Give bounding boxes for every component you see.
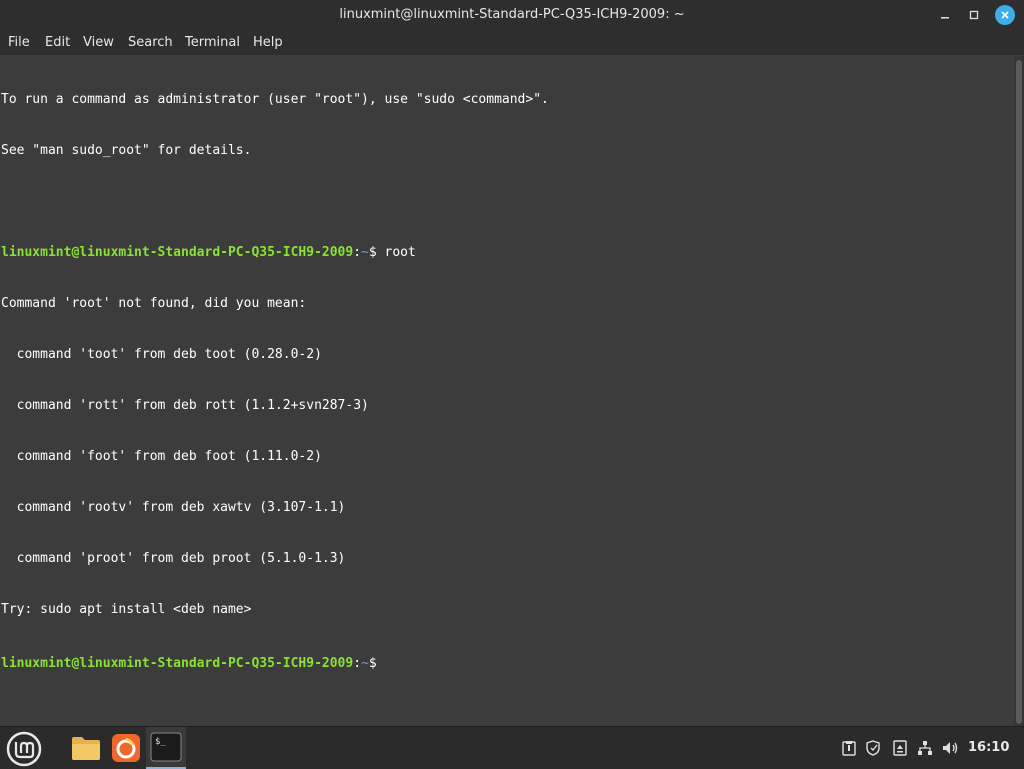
- terminal-line: command 'rott' from deb rott (1.1.2+svn2…: [1, 398, 369, 413]
- prompt-sign: $: [368, 656, 385, 671]
- folder-icon: [72, 737, 100, 760]
- firefox-icon: [112, 734, 140, 762]
- scrollbar[interactable]: [1014, 56, 1024, 726]
- cursor: [385, 652, 393, 667]
- maximize-button[interactable]: [964, 5, 984, 25]
- clipboard-icon: [842, 741, 856, 756]
- terminal-line: To run a command as administrator (user …: [1, 92, 549, 107]
- tray-clipboard[interactable]: [840, 739, 858, 757]
- terminal-window: linuxmint@linuxmint-Standard-PC-Q35-ICH9…: [0, 0, 1024, 726]
- tray-volume[interactable]: [942, 739, 960, 757]
- prompt-path: ~: [361, 656, 369, 671]
- terminal-line: command 'rootv' from deb xawtv (3.107-1.…: [1, 500, 346, 515]
- terminal-taskbar-button[interactable]: $_: [146, 727, 186, 769]
- firefox-launcher[interactable]: [110, 732, 142, 764]
- prompt-line: linuxmint@linuxmint-Standard-PC-Q35-ICH9…: [1, 244, 1014, 261]
- prompt-user: linuxmint@linuxmint-Standard-PC-Q35-ICH9…: [1, 245, 354, 260]
- menu-search[interactable]: Search: [128, 35, 173, 50]
- minimize-button[interactable]: [935, 5, 955, 25]
- update-icon: [893, 740, 907, 756]
- svg-text:$_: $_: [155, 737, 166, 747]
- terminal-output[interactable]: To run a command as administrator (user …: [0, 56, 1014, 726]
- close-icon: [1001, 11, 1009, 19]
- tray-network[interactable]: [916, 739, 934, 757]
- window-title: linuxmint@linuxmint-Standard-PC-Q35-ICH9…: [339, 7, 685, 22]
- close-button[interactable]: [995, 5, 1015, 25]
- maximize-icon: [969, 10, 979, 20]
- menu-edit[interactable]: Edit: [45, 35, 70, 50]
- taskbar: $_ 16:10: [0, 726, 1024, 769]
- network-icon: [918, 741, 932, 755]
- entered-command: root: [384, 245, 416, 260]
- terminal-line: Command 'root' not found, did you mean:: [1, 296, 307, 311]
- terminal-line: command 'foot' from deb foot (1.11.0-2): [1, 449, 322, 464]
- prompt-separator: :: [353, 245, 362, 260]
- menu-bar: File Edit View Search Terminal Help: [0, 30, 1024, 55]
- tray-shield[interactable]: [864, 739, 882, 757]
- terminal-line: command 'toot' from deb toot (0.28.0-2): [1, 347, 322, 362]
- menu-file[interactable]: File: [8, 35, 30, 50]
- title-bar[interactable]: linuxmint@linuxmint-Standard-PC-Q35-ICH9…: [0, 0, 1024, 30]
- start-menu-button[interactable]: [6, 731, 42, 767]
- terminal-icon: $_: [150, 732, 182, 762]
- clock[interactable]: 16:10: [968, 740, 1009, 755]
- prompt-sign: $: [368, 245, 385, 260]
- menu-view[interactable]: View: [83, 35, 114, 50]
- terminal-line: See "man sudo_root" for details.: [1, 143, 252, 158]
- files-launcher[interactable]: [70, 732, 102, 764]
- menu-help[interactable]: Help: [253, 35, 283, 50]
- prompt-user: linuxmint@linuxmint-Standard-PC-Q35-ICH9…: [1, 656, 354, 671]
- scrollbar-thumb[interactable]: [1016, 60, 1022, 724]
- volume-icon: [943, 742, 958, 754]
- terminal-line: command 'proot' from deb proot (5.1.0-1.…: [1, 551, 346, 566]
- shield-icon: [866, 740, 880, 756]
- menu-terminal[interactable]: Terminal: [185, 35, 240, 50]
- prompt-line: linuxmint@linuxmint-Standard-PC-Q35-ICH9…: [1, 652, 1014, 671]
- terminal-line: Try: sudo apt install <deb name>: [1, 602, 252, 617]
- prompt-path: ~: [361, 245, 369, 260]
- tray-update[interactable]: [891, 739, 909, 757]
- mint-logo-icon: [6, 731, 42, 767]
- minimize-icon: [941, 17, 949, 19]
- prompt-separator: :: [353, 656, 362, 671]
